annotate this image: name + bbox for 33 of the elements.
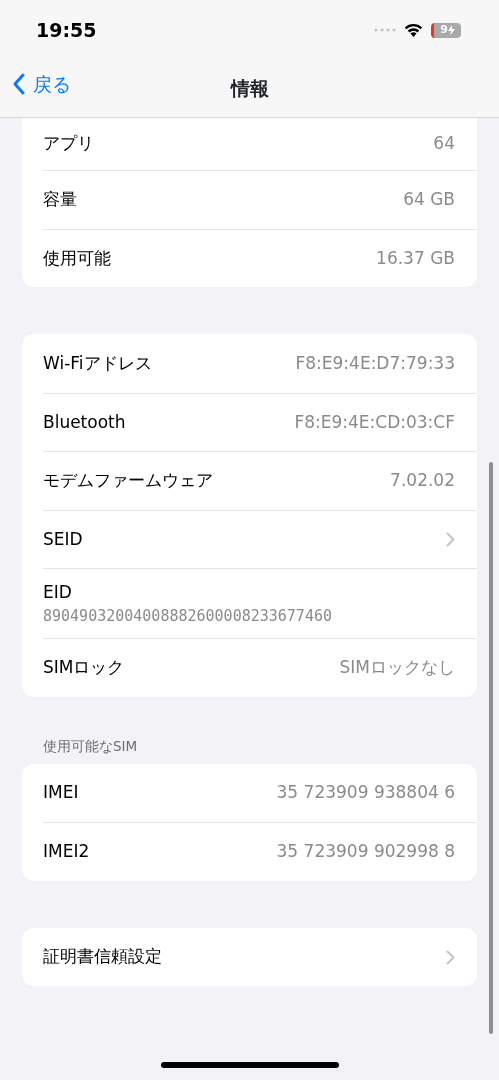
row-label: アプリ bbox=[43, 132, 94, 156]
row-label: Wi-Fiアドレス bbox=[43, 351, 152, 375]
settings-row[interactable]: SEID bbox=[43, 509, 477, 568]
row-label: モデムファームウェア bbox=[43, 469, 213, 492]
row-value: 7.02.02 bbox=[390, 469, 455, 492]
battery-icon: 9 bbox=[431, 22, 461, 38]
row-value: F8:E9:4E:D7:79:33 bbox=[295, 351, 455, 375]
row-label: 使用可能 bbox=[43, 246, 111, 270]
row-label: EID bbox=[43, 580, 72, 604]
row-label: Bluetooth bbox=[43, 410, 126, 434]
row-label: IMEI2 bbox=[43, 840, 90, 864]
page-title: 情報 bbox=[230, 76, 269, 102]
row-value: SIMロックなし bbox=[339, 656, 455, 679]
chevron-right-icon bbox=[446, 532, 455, 548]
row-value: 16.37 GB bbox=[376, 246, 455, 270]
row-value: F8:E9:4E:CD:03:CF bbox=[294, 410, 455, 434]
section-header: 使用可能なSIM bbox=[42, 736, 139, 756]
row-label: 容量 bbox=[43, 188, 77, 211]
row-label: IMEI bbox=[43, 781, 79, 805]
wifi-icon bbox=[404, 23, 423, 37]
chevron-right-icon bbox=[446, 950, 455, 965]
row-value: 64 GB bbox=[403, 188, 455, 211]
row-value: 64 bbox=[433, 132, 455, 156]
row-value: 35 723909 938804 6 bbox=[276, 781, 455, 805]
row-label: SIMロック bbox=[43, 656, 125, 679]
row-value: 35 723909 902998 8 bbox=[276, 840, 455, 864]
status-time: 19:55 bbox=[36, 17, 97, 43]
row-value: 89049032004008882600008233677460 bbox=[43, 606, 332, 627]
back-button[interactable]: 戻る bbox=[12, 70, 71, 99]
chevron-left-icon bbox=[12, 73, 25, 96]
signal-icon bbox=[374, 28, 396, 32]
settings-row[interactable]: 証明書信頼設定 bbox=[22, 927, 477, 987]
home-indicator[interactable] bbox=[161, 1062, 339, 1068]
